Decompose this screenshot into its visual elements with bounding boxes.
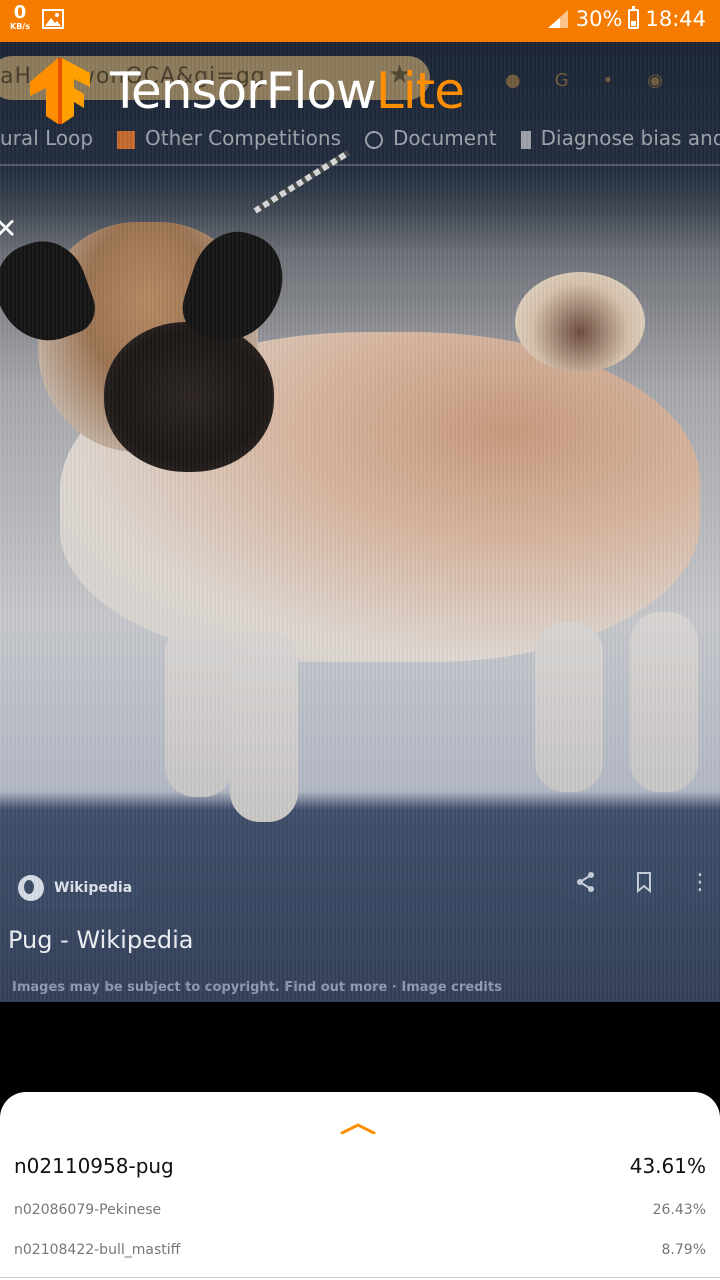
share-icon (564, 860, 608, 904)
globe-icon (365, 130, 383, 149)
net-speed-value: 0 (13, 2, 27, 23)
pug-muzzle (104, 322, 274, 472)
pug-tail (515, 272, 645, 372)
status-left: 0 KB/s (10, 4, 64, 31)
source-chip-label: Wikipedia (54, 880, 133, 896)
more-icon: ⋮ (678, 860, 720, 904)
status-right: 30% 18:44 (546, 6, 706, 31)
bookmark-item: ural Loop (0, 126, 94, 150)
battery-icon (628, 6, 640, 29)
pug-photo (0, 150, 720, 822)
background-bookmarks-bar: ural Loop Other Competitions Document Di… (0, 118, 720, 158)
bookmark-item: Other Competitions (117, 126, 341, 150)
chevron-up-icon[interactable] (340, 1122, 376, 1134)
copyright-note: Images may be subject to copyright. Find… (12, 980, 502, 995)
result-row: n02110958-pug 43.61% (14, 1154, 706, 1178)
bookmark-icon (520, 130, 531, 149)
net-speed-indicator: 0 KB/s (10, 4, 30, 31)
leash (253, 150, 350, 214)
bookmark-item: Diagnose bias and... (520, 126, 720, 150)
gallery-notification-icon (41, 9, 64, 29)
status-bar: 0 KB/s 30% 18:44 (0, 0, 720, 42)
battery-percent: 30% (575, 7, 623, 31)
bookmark-item: Document (365, 126, 497, 150)
result-label: n02086079-Pekinese (14, 1202, 162, 1218)
tensorflow-logo-icon (30, 58, 90, 124)
photo-title: Pug - Wikipedia (8, 926, 194, 954)
result-row: n02086079-Pekinese 26.43% (14, 1202, 706, 1218)
extension-icon: ◉ (647, 70, 664, 91)
folder-icon (117, 130, 136, 149)
result-row: n02108422-bull_mastiff 8.79% (14, 1242, 706, 1258)
signal-icon (547, 10, 568, 28)
result-score: 43.61% (629, 1154, 706, 1178)
extension-icon: ● (505, 70, 521, 91)
background-divider (0, 164, 720, 166)
net-speed-unit: KB/s (10, 22, 30, 31)
camera-preview: aH mawonOCA&gi=gg ★ ● G • ◉ ural Loop Ot… (0, 42, 720, 1002)
pug-leg (535, 622, 603, 792)
result-label: n02108422-bull_mastiff (14, 1242, 181, 1258)
pug-leg (230, 632, 298, 822)
tensorflow-lite-logo: TensorFlowLite (28, 58, 465, 124)
result-score: 8.79% (661, 1242, 706, 1258)
logo-word-main: TensorFlow (110, 62, 377, 120)
logo-word-accent: Lite (375, 62, 465, 120)
extension-icon: • (602, 70, 614, 91)
result-score: 26.43% (652, 1202, 706, 1218)
result-label: n02110958-pug (14, 1154, 174, 1178)
pug-leg (165, 622, 233, 797)
clock: 18:44 (645, 7, 706, 31)
background-extension-icons: ● G • ◉ (505, 70, 663, 91)
extension-icon: G (554, 70, 569, 91)
bookmark-icon (622, 860, 666, 904)
background-close-icon: ✕ (0, 212, 18, 245)
globe-icon (18, 875, 44, 901)
wikipedia-source-chip: Wikipedia (6, 866, 142, 910)
sheet-divider (0, 1277, 720, 1278)
pug-leg (630, 612, 698, 792)
results-bottom-sheet[interactable]: n02110958-pug 43.61% n02086079-Pekinese … (0, 1092, 720, 1280)
logo-wordmark: TensorFlowLite (110, 66, 465, 116)
